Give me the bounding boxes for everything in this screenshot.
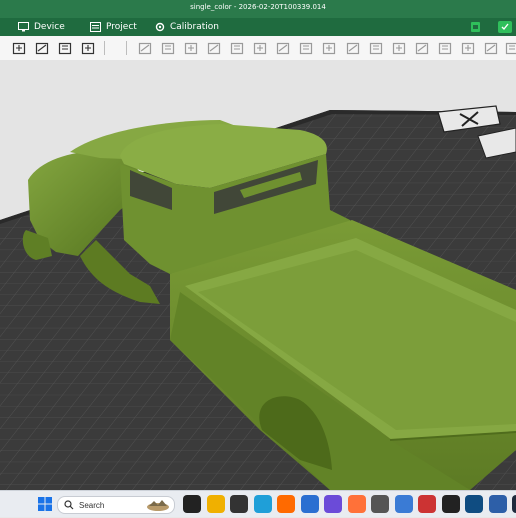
variable-layer-height-icon[interactable] [274,39,292,57]
taskbar: Search [0,490,516,517]
arrange-icon[interactable] [79,39,97,57]
calculator-icon[interactable] [395,495,413,513]
scene [0,60,516,490]
rotate-icon[interactable] [159,39,177,57]
auto-orient-icon[interactable] [56,39,74,57]
tab-calibration-label: Calibration [170,22,219,32]
app-icon-7[interactable] [465,495,483,513]
tab-device-label: Device [34,22,65,32]
app-icon-4[interactable] [371,495,389,513]
app-icon-5[interactable] [418,495,436,513]
file-explorer-icon[interactable] [207,495,225,513]
support-paint-icon[interactable] [297,39,315,57]
text-icon[interactable] [344,39,362,57]
tab-project[interactable]: Project [90,18,137,36]
desktop-widget-icon [146,499,170,511]
project-icon [90,22,101,32]
search-box[interactable]: Search [57,496,175,514]
start-icon[interactable] [36,495,54,513]
split-objects-icon[interactable] [228,39,246,57]
app-icon-2[interactable] [301,495,319,513]
slice-icon[interactable] [470,21,481,33]
add-plate-icon[interactable] [33,39,51,57]
monitor-icon [18,22,29,32]
app-icon-9[interactable] [512,495,516,513]
title-bar: single_color - 2026-02-20T100339.014 [0,0,516,18]
firefox-icon[interactable] [348,495,366,513]
tab-calibration[interactable]: Calibration [155,18,219,36]
cut-icon[interactable] [205,39,223,57]
tab-device[interactable]: Device [18,18,65,36]
app-icon-8[interactable] [489,495,507,513]
search-icon [64,500,74,510]
move-icon[interactable] [136,39,154,57]
toolbar-separator [126,41,127,55]
brim-ears-icon[interactable] [459,39,477,57]
toolbar [0,36,516,61]
scale-icon[interactable] [182,39,200,57]
print-button[interactable] [498,21,512,33]
seam-paint-icon[interactable] [320,39,338,57]
edge-icon[interactable] [254,495,272,513]
add-object-icon[interactable] [10,39,28,57]
app-icon-3[interactable] [324,495,342,513]
3d-viewport[interactable] [0,60,516,490]
app-icon-6[interactable] [442,495,460,513]
app-icon[interactable] [230,495,248,513]
split-parts-icon[interactable] [251,39,269,57]
window-menu-icon[interactable] [0,0,14,18]
measure-icon[interactable] [390,39,408,57]
emboss-icon[interactable] [436,39,454,57]
toolbar-separator [104,41,105,55]
mesh-boolean-icon[interactable] [413,39,431,57]
menu-bar: Device Project Calibration [0,18,516,36]
search-placeholder: Search [79,501,104,510]
ruler-icon[interactable] [503,39,516,57]
task-view-icon[interactable] [183,495,201,513]
tab-project-label: Project [106,22,137,32]
fuzzy-skin-icon[interactable] [482,39,500,57]
window-title: single_color - 2026-02-20T100339.014 [0,3,516,11]
fusion-icon[interactable] [277,495,295,513]
calibration-icon [155,22,165,32]
assembly-icon[interactable] [367,39,385,57]
